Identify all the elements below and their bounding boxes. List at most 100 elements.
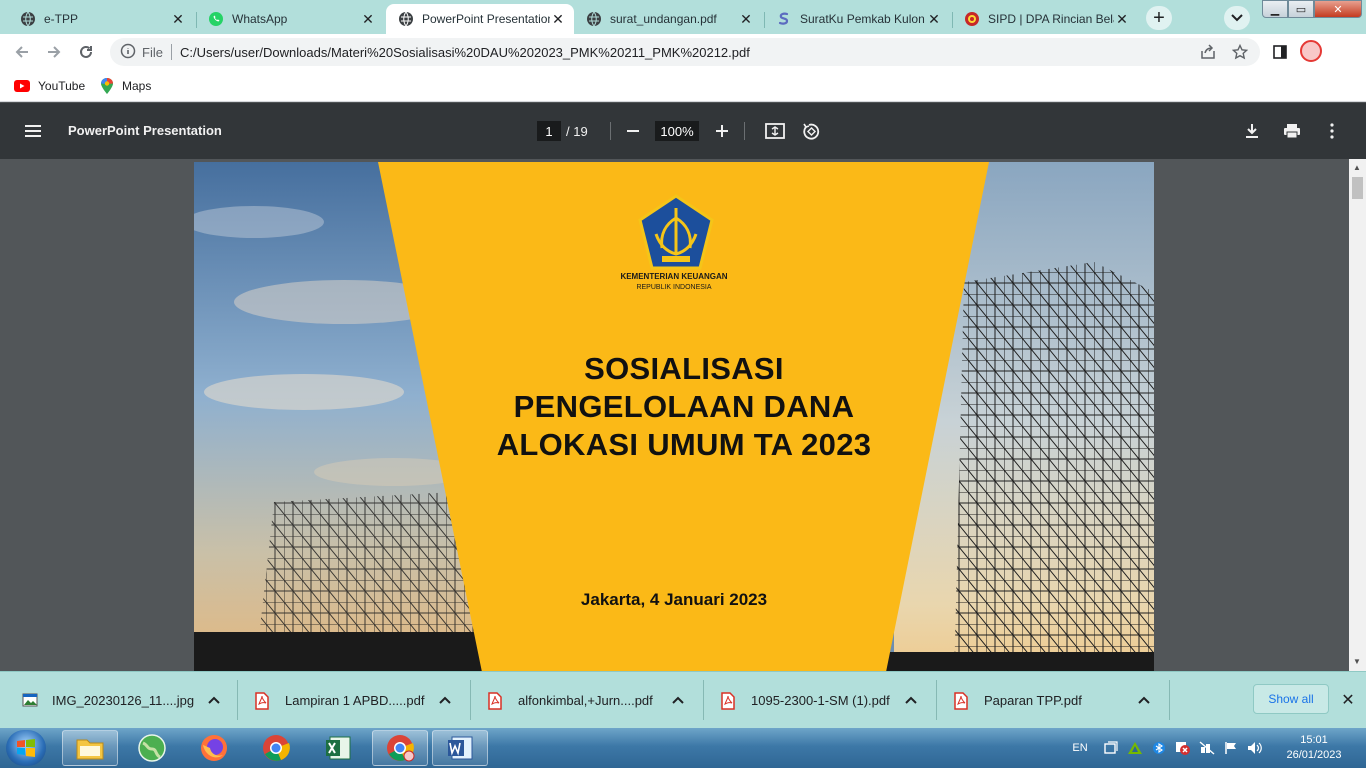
back-button[interactable] [10, 40, 34, 64]
close-icon[interactable]: ✕ [1338, 690, 1358, 710]
tab-sipd[interactable]: SIPD | DPA Rincian Bela ✕ [952, 4, 1138, 34]
close-icon[interactable]: ✕ [926, 11, 942, 27]
minus-icon [627, 130, 639, 132]
close-icon[interactable]: ✕ [738, 11, 754, 27]
close-window-button[interactable]: ✕ [1314, 0, 1362, 18]
info-icon[interactable] [120, 43, 136, 62]
share-icon [1201, 44, 1215, 59]
download-item[interactable]: alfonkimbal,+Jurn....pdf [488, 672, 698, 729]
tab-surat-undangan[interactable]: surat_undangan.pdf ✕ [574, 4, 762, 34]
taskbar-word[interactable] [432, 730, 488, 766]
taskbar-chrome[interactable] [248, 730, 304, 766]
bluetooth-icon[interactable] [1150, 738, 1168, 758]
zoom-level-input[interactable]: 100% [655, 121, 699, 141]
side-panel-button[interactable] [1268, 40, 1292, 64]
tab-suratku[interactable]: SuratKu Pemkab Kulon ✕ [764, 4, 950, 34]
bookmark-maps[interactable]: Maps [100, 76, 151, 96]
close-icon[interactable]: ✕ [170, 11, 186, 27]
close-icon[interactable]: ✕ [1114, 11, 1130, 27]
divider [237, 680, 238, 720]
start-button[interactable] [6, 730, 46, 766]
clock-time: 15:01 [1300, 734, 1328, 746]
action-center-icon[interactable] [1102, 738, 1120, 758]
tab-title: WhatsApp [232, 12, 288, 26]
tab-strip: e-TPP ✕ WhatsApp ✕ PowerPoint Presentati… [0, 0, 1366, 34]
security-warning-icon[interactable] [1174, 738, 1192, 758]
arrow-left-icon [15, 46, 28, 58]
tab-e-tpp[interactable]: e-TPP ✕ [8, 4, 194, 34]
volume-icon[interactable] [1246, 738, 1264, 758]
new-tab-button[interactable]: + [1146, 6, 1172, 30]
minimize-window-button[interactable]: ▁ [1262, 0, 1288, 18]
forward-button[interactable] [42, 40, 66, 64]
page-number-input[interactable]: 1 [537, 121, 561, 141]
download-filename: IMG_20230126_11....jpg [52, 693, 195, 708]
windows-logo-icon [17, 739, 35, 757]
scroll-up-arrow-icon[interactable]: ▲ [1353, 163, 1361, 172]
folder-icon [76, 739, 104, 760]
chevron-up-icon[interactable] [1136, 692, 1152, 708]
fit-page-icon [765, 123, 785, 139]
bookmark-youtube[interactable]: YouTube [14, 76, 85, 96]
pdf-viewer[interactable]: KEMENTERIAN KEUANGAN REPUBLIK INDONESIA … [0, 159, 1366, 671]
arrow-right-icon [48, 46, 61, 58]
url-scheme: File [142, 44, 163, 60]
download-button[interactable] [1240, 119, 1264, 143]
tab-whatsapp[interactable]: WhatsApp ✕ [196, 4, 384, 34]
vertical-scrollbar[interactable]: ▲ ▼ [1349, 159, 1366, 671]
tab-search-button[interactable] [1224, 6, 1250, 30]
more-vert-icon [1330, 123, 1334, 139]
nvidia-icon[interactable] [1126, 738, 1144, 758]
network-icon[interactable] [1198, 738, 1216, 758]
star-icon [1232, 44, 1248, 60]
chevron-up-icon[interactable] [670, 692, 686, 708]
browser-toolbar: File C:/Users/user/Downloads/Materi%20So… [0, 34, 1366, 70]
reload-icon [80, 45, 92, 58]
chevron-up-icon[interactable] [903, 692, 919, 708]
print-button[interactable] [1280, 119, 1304, 143]
pdf-file-icon [954, 691, 970, 710]
fit-to-page-button[interactable] [763, 119, 787, 143]
taskbar-excel[interactable] [310, 730, 366, 766]
divider [703, 680, 704, 720]
scrollbar-thumb[interactable] [1352, 177, 1363, 199]
chevron-up-icon[interactable] [206, 692, 222, 708]
menu-icon[interactable] [24, 122, 42, 140]
show-all-downloads-button[interactable]: Show all [1253, 684, 1329, 714]
firefox-icon [201, 735, 227, 761]
profile-avatar[interactable] [1300, 40, 1322, 62]
taskbar-firefox[interactable] [186, 730, 242, 766]
taskbar-network-app[interactable] [124, 730, 180, 766]
slide-title-line: SOSIALISASI [584, 351, 784, 386]
taskbar-file-explorer[interactable] [62, 730, 118, 766]
share-button[interactable] [1196, 40, 1220, 64]
system-clock[interactable]: 15:01 26/01/2023 [1278, 733, 1350, 763]
rotate-icon [803, 123, 820, 140]
url-text[interactable]: C:/Users/user/Downloads/Materi%20Sosiali… [180, 45, 750, 60]
maximize-window-button[interactable]: ▭ [1288, 0, 1314, 18]
reload-button[interactable] [74, 40, 98, 64]
zoom-in-button[interactable] [710, 119, 734, 143]
tab-powerpoint-presentation[interactable]: PowerPoint Presentation ✕ [386, 4, 574, 34]
divider [744, 122, 745, 140]
globe-icon [586, 11, 602, 27]
globe-icon [138, 734, 166, 762]
download-item[interactable]: IMG_20230126_11....jpg [22, 672, 232, 729]
bookmark-star-button[interactable] [1228, 40, 1252, 64]
more-options-button[interactable] [1320, 119, 1344, 143]
page-total: / 19 [566, 124, 588, 139]
download-shelf: IMG_20230126_11....jpg Lampiran 1 APBD..… [0, 671, 1366, 728]
address-bar[interactable]: File C:/Users/user/Downloads/Materi%20So… [110, 38, 1260, 66]
scroll-down-arrow-icon[interactable]: ▼ [1353, 657, 1361, 666]
chevron-up-icon[interactable] [437, 692, 453, 708]
taskbar-chrome-active[interactable] [372, 730, 428, 766]
language-indicator[interactable]: EN [1068, 738, 1092, 758]
flag-icon[interactable] [1222, 738, 1240, 758]
download-item[interactable]: Paparan TPP.pdf [954, 672, 1164, 729]
close-icon[interactable]: ✕ [550, 11, 566, 27]
rotate-button[interactable] [799, 119, 823, 143]
download-item[interactable]: Lampiran 1 APBD.....pdf [255, 672, 465, 729]
download-item[interactable]: 1095-2300-1-SM (1).pdf [721, 672, 931, 729]
zoom-out-button[interactable] [621, 119, 645, 143]
close-icon[interactable]: ✕ [360, 11, 376, 27]
